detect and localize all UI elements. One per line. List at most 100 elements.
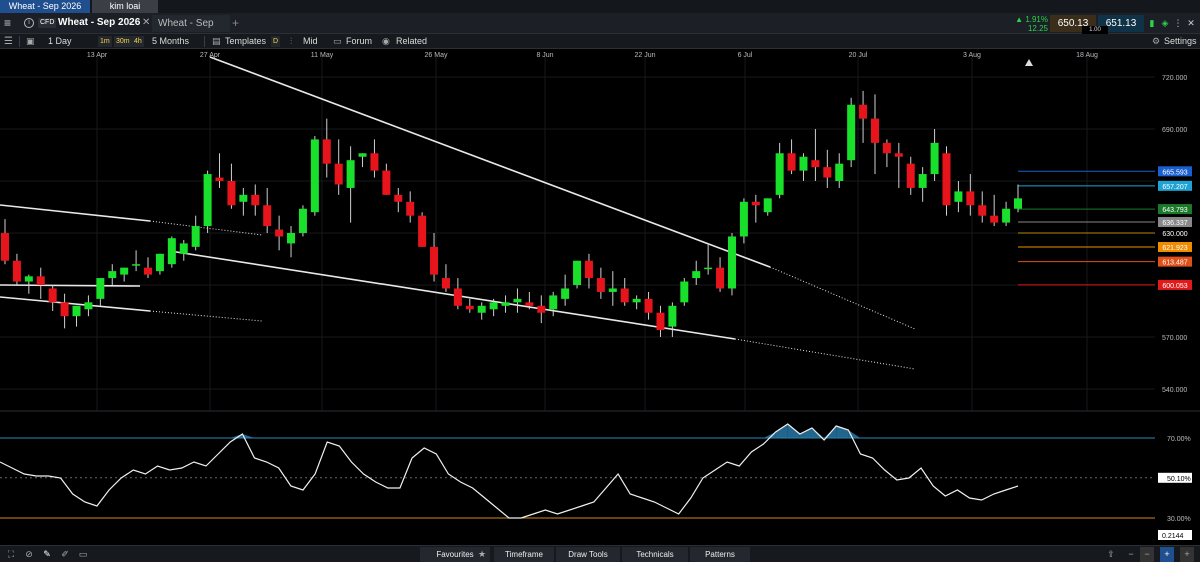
candle-body[interactable] bbox=[751, 201, 760, 206]
candle-body[interactable] bbox=[251, 194, 260, 206]
candle-body[interactable] bbox=[727, 236, 736, 289]
candle-body[interactable] bbox=[990, 215, 999, 223]
candle-body[interactable] bbox=[334, 163, 343, 185]
candle-body[interactable] bbox=[608, 288, 617, 292]
chart-tab-wheat[interactable]: Wheat - Sep 2026 bbox=[152, 15, 230, 46]
candle-body[interactable] bbox=[382, 170, 391, 195]
star-icon[interactable]: ★ bbox=[475, 547, 489, 562]
candle-body[interactable] bbox=[596, 278, 605, 292]
edit-tools-icon[interactable]: ✐ bbox=[58, 547, 72, 562]
candle-body[interactable] bbox=[668, 305, 677, 327]
d-badge[interactable]: D bbox=[271, 36, 281, 47]
timeframe-30m[interactable]: 30m bbox=[114, 36, 132, 47]
alert-icon[interactable]: ◈ bbox=[1160, 16, 1170, 30]
candle-body[interactable] bbox=[501, 302, 510, 306]
candle-body[interactable] bbox=[716, 267, 725, 289]
candle-body[interactable] bbox=[787, 153, 796, 171]
candle-body[interactable] bbox=[477, 305, 486, 313]
settings-button[interactable]: Settings bbox=[1164, 34, 1197, 49]
zoom-minus-icon[interactable]: − bbox=[1140, 547, 1154, 562]
candle-body[interactable] bbox=[275, 229, 284, 237]
add-tab-icon[interactable]: + bbox=[232, 16, 239, 30]
close-panel-icon[interactable]: ✕ bbox=[1186, 16, 1196, 30]
candle-body[interactable] bbox=[763, 198, 772, 213]
close-icon[interactable]: ✕ bbox=[142, 16, 150, 30]
candle-body[interactable] bbox=[441, 278, 450, 289]
candle-body[interactable] bbox=[60, 302, 69, 317]
candle-body[interactable] bbox=[96, 278, 105, 299]
candle-body[interactable] bbox=[966, 191, 975, 206]
candle-body[interactable] bbox=[24, 276, 33, 282]
candle-body[interactable] bbox=[287, 233, 296, 244]
candle-body[interactable] bbox=[847, 104, 856, 161]
candle-body[interactable] bbox=[644, 298, 653, 313]
candle-body[interactable] bbox=[942, 153, 951, 206]
candle-body[interactable] bbox=[465, 305, 474, 310]
candle-body[interactable] bbox=[370, 153, 379, 171]
candle-body[interactable] bbox=[811, 160, 820, 168]
layout-icon[interactable]: ▣ bbox=[26, 34, 35, 49]
interval-selector[interactable]: 1 Day bbox=[48, 34, 72, 49]
candle-body[interactable] bbox=[418, 215, 427, 247]
candle-body[interactable] bbox=[537, 305, 546, 313]
more-options-icon[interactable]: ⋮ bbox=[1173, 16, 1183, 30]
candle-body[interactable] bbox=[870, 118, 879, 143]
candle-body[interactable] bbox=[584, 260, 593, 279]
hide-icon[interactable]: ⊘ bbox=[22, 547, 36, 562]
candle-body[interactable] bbox=[692, 271, 701, 279]
candle-body[interactable] bbox=[84, 302, 93, 310]
candle-body[interactable] bbox=[823, 167, 832, 178]
candle-body[interactable] bbox=[310, 139, 319, 213]
candle-body[interactable] bbox=[739, 201, 748, 237]
forum-button[interactable]: Forum bbox=[346, 34, 372, 49]
pencil-icon[interactable]: ✎ bbox=[40, 547, 54, 562]
candle-body[interactable] bbox=[120, 267, 129, 275]
candle-body[interactable] bbox=[978, 205, 987, 216]
search-icon[interactable]: ⌕ bbox=[126, 16, 132, 30]
candle-body[interactable] bbox=[406, 201, 415, 216]
price-chart[interactable]: 13 Apr 27 Apr 11 May 26 May 8 Jun 22 Jun 6 Jul… bbox=[0, 49, 1200, 545]
zoom-plus-icon[interactable]: + bbox=[1180, 547, 1194, 562]
candle-body[interactable] bbox=[144, 267, 153, 275]
window-tab-wheat[interactable]: Wheat - Sep 2026 bbox=[0, 0, 90, 13]
candle-body[interactable] bbox=[918, 174, 927, 188]
channel-top-line[interactable] bbox=[0, 204, 151, 222]
candle-body[interactable] bbox=[430, 246, 439, 275]
candle-body[interactable] bbox=[489, 302, 498, 310]
candle-body[interactable] bbox=[298, 208, 307, 233]
hamburger-menu-icon[interactable]: ≡ bbox=[4, 16, 17, 30]
range-selector[interactable]: 5 Months bbox=[152, 34, 189, 49]
candle-body[interactable] bbox=[930, 142, 939, 175]
candle-body[interactable] bbox=[36, 276, 45, 285]
candle-body[interactable] bbox=[72, 305, 81, 317]
related-button[interactable]: Related bbox=[396, 34, 427, 49]
patterns-button[interactable]: Patterns bbox=[690, 547, 750, 562]
candle-body[interactable] bbox=[263, 205, 272, 227]
share-icon[interactable]: ⇪ bbox=[1104, 547, 1118, 562]
candle-body[interactable] bbox=[704, 267, 713, 270]
candle-body[interactable] bbox=[12, 260, 21, 282]
candle-body[interactable] bbox=[322, 139, 331, 164]
templates-button[interactable]: Templates bbox=[225, 34, 266, 49]
candle-body[interactable] bbox=[549, 295, 558, 310]
timeframe-button[interactable]: Timeframe bbox=[494, 547, 554, 562]
technicals-button[interactable]: Technicals bbox=[622, 547, 688, 562]
candle-body[interactable] bbox=[906, 163, 915, 188]
info-icon[interactable]: i bbox=[24, 18, 34, 28]
candle-body[interactable] bbox=[108, 271, 117, 279]
candle-body[interactable] bbox=[346, 160, 355, 188]
candle-body[interactable] bbox=[835, 163, 844, 181]
candle-body[interactable] bbox=[48, 288, 57, 303]
candle-body[interactable] bbox=[167, 238, 176, 265]
candle-body[interactable] bbox=[191, 226, 200, 247]
candle-body[interactable] bbox=[573, 260, 582, 285]
candle-body[interactable] bbox=[775, 153, 784, 195]
lock-icon[interactable]: ▭ bbox=[76, 547, 90, 562]
timeframe-1m[interactable]: 1m bbox=[98, 36, 112, 47]
window-tab-kim-loai[interactable]: kim loai bbox=[92, 0, 158, 13]
candle-body[interactable] bbox=[179, 243, 188, 254]
candle-body[interactable] bbox=[227, 181, 236, 206]
candle-body[interactable] bbox=[1014, 198, 1022, 209]
candle-body[interactable] bbox=[215, 177, 224, 181]
price-type-selector[interactable]: Mid bbox=[303, 34, 318, 49]
